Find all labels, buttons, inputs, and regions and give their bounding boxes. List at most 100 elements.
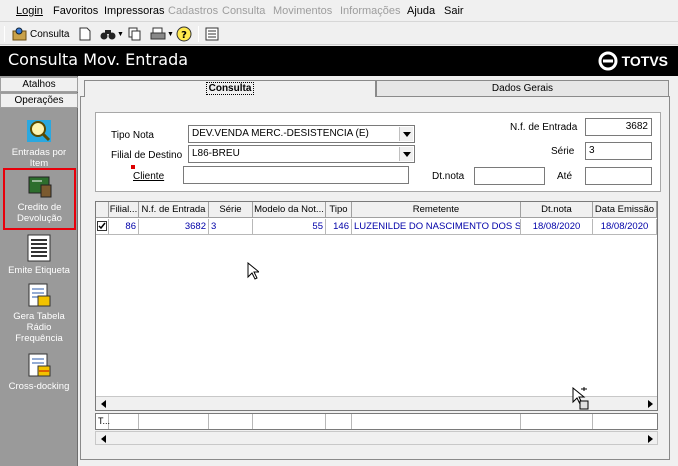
- filial-destino-value: L86-BREU: [192, 148, 240, 159]
- tab-dados-gerais[interactable]: Dados Gerais: [376, 80, 669, 97]
- row-select-checkbox[interactable]: [96, 219, 109, 235]
- totals-cell: [109, 414, 139, 429]
- grid-header-remetente[interactable]: Remetente: [352, 202, 521, 218]
- cell-modelo-nota: 55: [253, 219, 326, 235]
- calendar-button[interactable]: [205, 25, 219, 43]
- cell-filial: 86: [109, 219, 139, 235]
- cell-serie: 3: [209, 219, 253, 235]
- magnifier-icon: [27, 120, 51, 142]
- toolbar: Consulta ▼ ▼ ?: [0, 23, 678, 45]
- help-button[interactable]: ?: [176, 25, 192, 43]
- menu-impressoras[interactable]: Impressoras: [104, 5, 165, 17]
- consulta-button-label: Consulta: [30, 28, 70, 40]
- credito-de-devolucao-button[interactable]: Credito de Devolução: [3, 168, 76, 230]
- copy-button[interactable]: [128, 25, 142, 43]
- grid-header-modelo-nota[interactable]: Modelo da Not...: [253, 202, 326, 218]
- dt-nota-input[interactable]: [474, 167, 545, 185]
- cross-docking-button[interactable]: Cross-docking: [2, 352, 76, 392]
- cliente-label: Cliente: [133, 171, 165, 182]
- scroll-right-button[interactable]: [644, 398, 656, 409]
- arrow-right-icon: [647, 434, 653, 443]
- grid-header-data-emissao[interactable]: Data Emissão: [593, 202, 657, 218]
- ate-label: Até: [557, 171, 573, 182]
- results-grid: Filial... N.f. de Entrada Série Modelo d…: [95, 201, 658, 411]
- operacoes-header[interactable]: Operações: [0, 93, 78, 108]
- totals-cell: [521, 414, 593, 429]
- filial-destino-select[interactable]: L86-BREU: [188, 145, 415, 163]
- scroll-left-button[interactable]: [97, 433, 109, 444]
- emite-etiqueta-button[interactable]: Emite Etiqueta: [2, 234, 76, 276]
- print-dropdown-arrow-icon: ▼: [167, 30, 174, 38]
- tab-consulta[interactable]: Consulta: [84, 80, 376, 97]
- new-button[interactable]: [79, 25, 91, 43]
- totals-cell: [326, 414, 352, 429]
- cell-nf-entrada: 3682: [139, 219, 209, 235]
- tipo-nota-dropdown-button[interactable]: [399, 127, 413, 141]
- cell-dt-nota: 18/08/2020: [521, 219, 593, 235]
- cross-docking-label: Cross-docking: [8, 381, 70, 392]
- new-document-icon: [79, 27, 91, 41]
- menu-sair[interactable]: Sair: [444, 5, 464, 17]
- filial-destino-dropdown-button[interactable]: [399, 147, 413, 161]
- tipo-nota-select[interactable]: DEV.VENDA MERC.-DESISTENCIA (E): [188, 125, 415, 143]
- totals-label: T...: [96, 414, 110, 429]
- menu-movimentos: Movimentos: [273, 5, 333, 17]
- entradas-por-item-label: Entradas por Item: [11, 147, 67, 169]
- cliente-input[interactable]: [183, 166, 409, 184]
- arrow-left-icon: [100, 434, 106, 443]
- serie-label: Série: [551, 146, 575, 157]
- print-button[interactable]: ▼: [150, 25, 174, 43]
- nf-entrada-input[interactable]: 3682: [585, 118, 652, 136]
- filter-form: Tipo Nota DEV.VENDA MERC.-DESISTENCIA (E…: [95, 112, 661, 192]
- gera-tabela-radio-frequencia-label: Gera Tabela Rádio Frequência: [13, 311, 65, 344]
- barcode-label-icon: [27, 234, 51, 262]
- chevron-down-icon: [402, 131, 411, 137]
- cell-remetente: LUZENILDE DO NASCIMENTO DOS SA: [352, 219, 521, 235]
- help-icon: ?: [176, 26, 192, 42]
- busy-cursor-icon: [572, 387, 589, 410]
- atalhos-header[interactable]: Atalhos: [0, 77, 78, 92]
- shortcuts-panel: Atalhos Operações Entradas por Item Cred…: [0, 76, 78, 466]
- totals-horizontal-scrollbar[interactable]: [95, 431, 658, 445]
- totvs-logo-text: TOTVS: [621, 53, 668, 69]
- cell-data-emissao: 18/08/2020: [593, 219, 657, 235]
- tab-dados-gerais-label: Dados Gerais: [491, 83, 554, 94]
- scroll-right-button[interactable]: [644, 433, 656, 444]
- menu-login[interactable]: Login: [16, 5, 43, 17]
- grid-header-dt-nota[interactable]: Dt.nota: [521, 202, 593, 218]
- grid-header-nf-entrada[interactable]: N.f. de Entrada: [139, 202, 209, 218]
- gera-tabela-radio-frequencia-button[interactable]: Gera Tabela Rádio Frequência: [2, 282, 76, 344]
- credito-de-devolucao-label: Credito de Devolução: [17, 202, 62, 224]
- tipo-nota-value: DEV.VENDA MERC.-DESISTENCIA (E): [192, 128, 369, 139]
- grid-header-select: [96, 202, 109, 218]
- binoculars-icon: [100, 30, 116, 40]
- emite-etiqueta-label: Emite Etiqueta: [8, 265, 70, 276]
- toolbar-separator: [198, 26, 199, 42]
- totals-cell: [352, 414, 521, 429]
- copy-icon: [128, 27, 141, 41]
- consulta-button[interactable]: Consulta: [12, 25, 69, 43]
- menu-favoritos[interactable]: Favoritos: [53, 5, 98, 17]
- menu-informacoes: Informações: [340, 5, 401, 17]
- totvs-logo-icon: [598, 51, 618, 71]
- grid-header-tipo[interactable]: Tipo: [326, 202, 352, 218]
- scroll-left-button[interactable]: [97, 398, 109, 409]
- consulta-icon: [12, 27, 27, 41]
- menu-consulta: Consulta: [222, 5, 266, 17]
- crossdocking-document-icon: [28, 353, 51, 377]
- ate-input[interactable]: [585, 167, 652, 185]
- serie-input[interactable]: 3: [585, 142, 652, 160]
- totals-cell: [209, 414, 253, 429]
- totals-cell: [139, 414, 209, 429]
- search-button[interactable]: ▼: [100, 25, 124, 43]
- filial-destino-label: Filial de Destino: [111, 150, 183, 161]
- menu-ajuda[interactable]: Ajuda: [407, 5, 435, 17]
- grid-header-serie[interactable]: Série: [209, 202, 253, 218]
- entradas-por-item-button[interactable]: Entradas por Item: [2, 116, 76, 169]
- cell-tipo: 146: [326, 219, 352, 235]
- grid-header-filial[interactable]: Filial...: [109, 202, 139, 218]
- calendar-icon: [205, 27, 219, 41]
- menu-bar: Login Favoritos Impressoras Cadastros Co…: [0, 0, 678, 22]
- nf-entrada-label: N.f. de Entrada: [510, 122, 578, 133]
- tipo-nota-label: Tipo Nota: [111, 130, 154, 141]
